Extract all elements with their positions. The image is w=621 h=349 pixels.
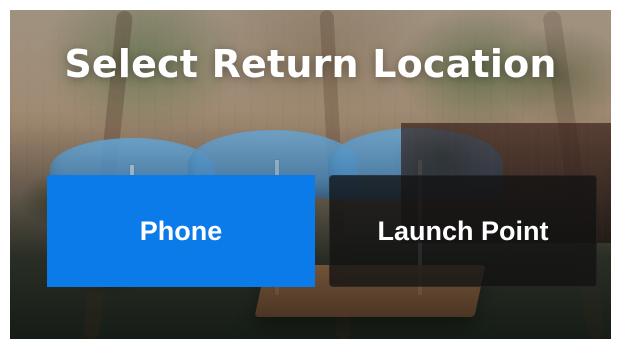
- phone-option-button[interactable]: Phone: [47, 175, 315, 287]
- launch-point-option-button[interactable]: Launch Point: [329, 175, 597, 287]
- screen-frame: Select Return Location Phone Launch Poin…: [10, 10, 611, 339]
- screen-title: Select Return Location: [64, 42, 557, 86]
